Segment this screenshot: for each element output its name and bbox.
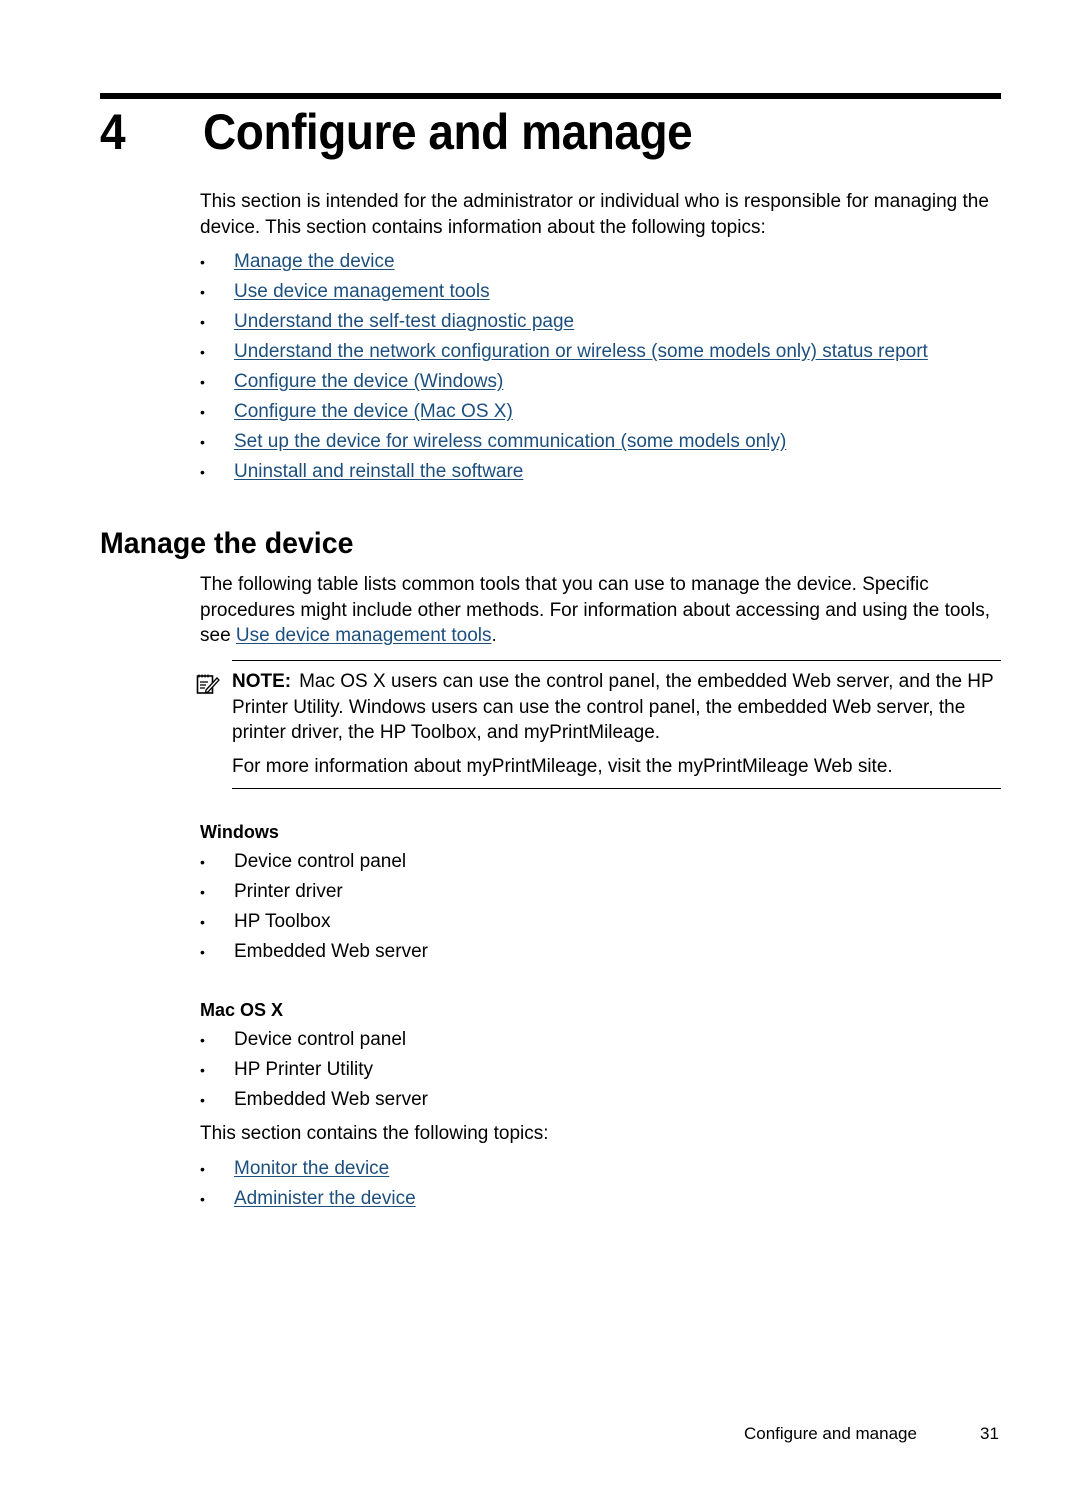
list-item-text: Device control panel bbox=[234, 1029, 407, 1050]
topic-link-self-test[interactable]: Understand the self-test diagnostic page bbox=[234, 311, 574, 332]
topic-item: • Understand the self-test diagnostic pag… bbox=[200, 307, 928, 337]
list-item: • Device control panel bbox=[200, 847, 428, 877]
chapter-intro: This section is intended for the adminis… bbox=[200, 191, 989, 238]
windows-heading: Windows bbox=[200, 822, 279, 842]
list-item-text: HP Printer Utility bbox=[234, 1059, 374, 1080]
bullet: • bbox=[200, 1191, 205, 1207]
topic-item: • Use device management tools bbox=[200, 277, 928, 307]
bullet: • bbox=[200, 854, 205, 870]
list-item: • HP Printer Utility bbox=[200, 1055, 428, 1085]
bullet: • bbox=[200, 374, 205, 390]
topic-link-management-tools[interactable]: Use device management tools bbox=[234, 281, 490, 302]
topic-item: • Set up the device for wireless communic… bbox=[200, 427, 928, 457]
list-item-text: Embedded Web server bbox=[234, 1089, 428, 1110]
topic-link-wireless-setup[interactable]: Set up the device for wireless communica… bbox=[234, 431, 786, 452]
chapter-heading: 4 Configure and manage bbox=[100, 102, 693, 162]
note-body: Mac OS X users can use the control panel… bbox=[232, 671, 994, 743]
topic-item: • Uninstall and reinstall the software bbox=[200, 457, 928, 487]
chapter-number: 4 bbox=[100, 104, 126, 160]
topic-link-administer-device[interactable]: Administer the device bbox=[234, 1188, 416, 1209]
note-label: NOTE: bbox=[232, 671, 292, 692]
section-heading: Manage the device bbox=[100, 527, 354, 560]
topic-link-monitor-device[interactable]: Monitor the device bbox=[234, 1158, 389, 1179]
list-item: • Device control panel bbox=[200, 1025, 428, 1055]
bullet: • bbox=[200, 1032, 205, 1048]
bullet: • bbox=[200, 254, 205, 270]
bullet: • bbox=[200, 314, 205, 330]
topic-item: • Monitor the device bbox=[200, 1154, 416, 1184]
link-use-device-management-tools[interactable]: Use device management tools bbox=[236, 625, 492, 646]
bullet: • bbox=[200, 284, 205, 300]
bullet: • bbox=[200, 1092, 205, 1108]
bullet: • bbox=[200, 1062, 205, 1078]
note-more-info: For more information about myPrintMileag… bbox=[232, 756, 893, 777]
topic-item: • Understand the network configuration or… bbox=[200, 337, 928, 367]
windows-tools-list: • Device control panel • Printer driver • H… bbox=[200, 847, 428, 967]
mac-tools-list: • Device control panel • HP Printer Utilit… bbox=[200, 1025, 428, 1115]
section-topics-intro: This section contains the following topi… bbox=[200, 1123, 549, 1144]
bullet: • bbox=[200, 404, 205, 420]
topic-link-manage-device[interactable]: Manage the device bbox=[234, 251, 395, 272]
list-item: • Embedded Web server bbox=[200, 937, 428, 967]
topic-item: • Configure the device (Windows) bbox=[200, 367, 928, 397]
topic-link-network-report[interactable]: Understand the network configuration or … bbox=[234, 341, 928, 362]
note-text: NOTE: Mac OS X users can use the control … bbox=[232, 669, 1001, 746]
section-topic-list: • Monitor the device • Administer the devi… bbox=[200, 1154, 416, 1214]
topic-link-uninstall[interactable]: Uninstall and reinstall the software bbox=[234, 461, 523, 482]
topic-item: • Configure the device (Mac OS X) bbox=[200, 397, 928, 427]
topic-item: • Administer the device bbox=[200, 1184, 416, 1214]
section-description: The following table lists common tools t… bbox=[200, 572, 1000, 649]
chapter-topic-list: • Manage the device • Use device managemen… bbox=[200, 247, 928, 487]
list-item-text: Embedded Web server bbox=[234, 941, 428, 962]
mac-heading: Mac OS X bbox=[200, 1000, 284, 1020]
bullet: • bbox=[200, 884, 205, 900]
list-item-text: Printer driver bbox=[234, 881, 343, 902]
footer-page-number: 31 bbox=[980, 1424, 999, 1443]
note-box: NOTE: Mac OS X users can use the control … bbox=[196, 660, 1001, 789]
topic-link-configure-windows[interactable]: Configure the device (Windows) bbox=[234, 371, 503, 392]
note-pencil-icon bbox=[196, 674, 220, 694]
description-period: . bbox=[491, 625, 497, 646]
list-item-text: HP Toolbox bbox=[234, 911, 331, 932]
bullet: • bbox=[200, 464, 205, 480]
chapter-title: Configure and manage bbox=[203, 104, 693, 160]
bullet: • bbox=[200, 944, 205, 960]
topic-link-configure-mac[interactable]: Configure the device (Mac OS X) bbox=[234, 401, 513, 422]
topic-item: • Manage the device bbox=[200, 247, 928, 277]
chapter-top-rule bbox=[100, 93, 1001, 99]
bullet: • bbox=[200, 434, 205, 450]
list-item-text: Device control panel bbox=[234, 851, 407, 872]
list-item: • Printer driver bbox=[200, 877, 428, 907]
list-item: • HP Toolbox bbox=[200, 907, 428, 937]
bullet: • bbox=[200, 914, 205, 930]
list-item: • Embedded Web server bbox=[200, 1085, 428, 1115]
bullet: • bbox=[200, 344, 205, 360]
bullet: • bbox=[200, 1161, 205, 1177]
footer-chapter-title: Configure and manage bbox=[744, 1424, 917, 1443]
